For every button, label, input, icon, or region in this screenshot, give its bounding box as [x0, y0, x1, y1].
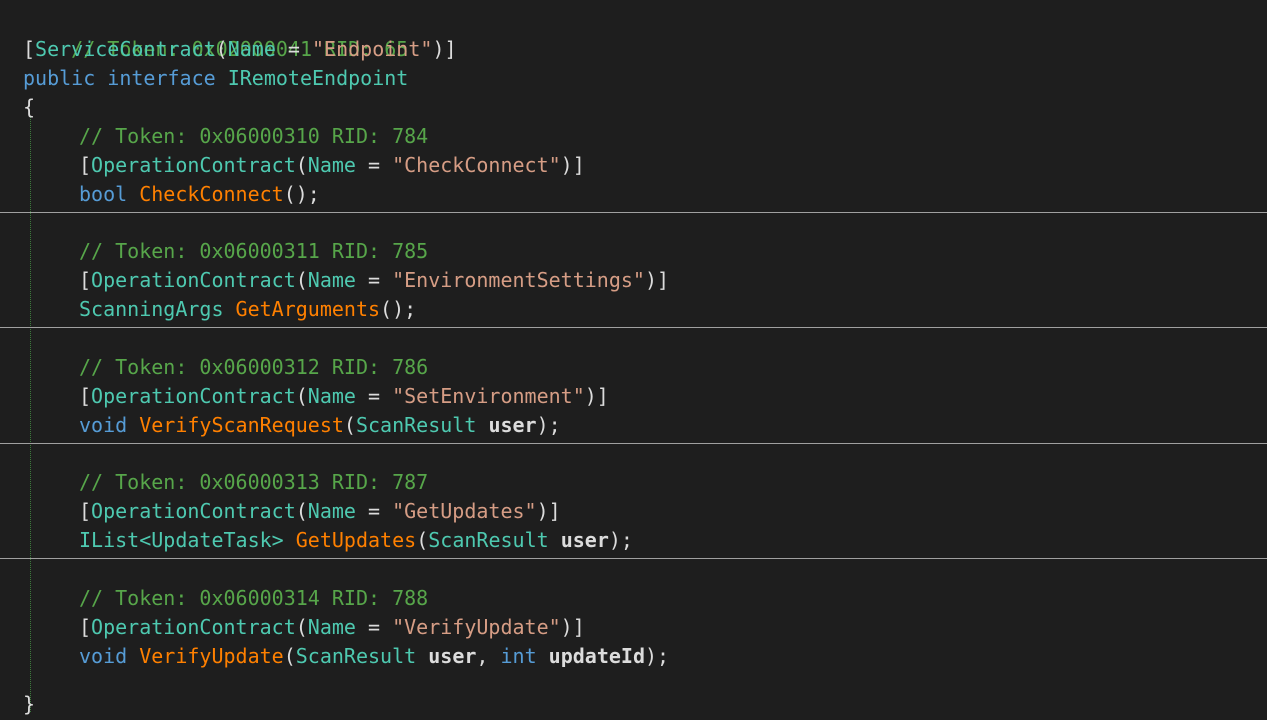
- attribute-param: Name: [307, 268, 356, 292]
- param-type: ScanResult: [355, 413, 477, 437]
- attribute-param: Name: [307, 384, 356, 408]
- code-line-operation-attribute: [OperationContract(Name = "VerifyUpdate"…: [79, 615, 585, 639]
- code-line-method-comment: // Token: 0x06000312 RID: 786: [0, 353, 428, 382]
- attribute-param: Name: [307, 499, 356, 523]
- param-type: ScanResult: [428, 528, 549, 552]
- param-name: user: [560, 528, 609, 552]
- code-line-method-signature: ScanningArgs GetArguments();: [0, 295, 416, 324]
- attribute-param: Name: [227, 37, 276, 61]
- attribute-name: OperationContract: [91, 499, 296, 523]
- code-line-operation-attribute: [OperationContract(Name = "GetUpdates")]: [79, 499, 561, 523]
- code-line-operation-attribute: [OperationContract(Name = "CheckConnect"…: [79, 153, 585, 177]
- open-brace: {: [23, 95, 36, 119]
- keywords: public interface: [23, 66, 216, 90]
- return-type: void: [79, 413, 128, 437]
- close-brace: }: [23, 692, 36, 716]
- string-literal: "SetEnvironment": [392, 384, 585, 408]
- param2-name: updateId: [548, 644, 645, 668]
- method-separator: [0, 327, 1267, 328]
- method-name: CheckConnect: [139, 182, 284, 206]
- code-line-operation-attribute: [OperationContract(Name = "SetEnvironmen…: [79, 384, 609, 408]
- param-name: user: [428, 644, 477, 668]
- code-line-method-signature: IList<UpdateTask> GetUpdates(ScanResult …: [79, 528, 633, 552]
- code-line-method-signature: void VerifyUpdate(ScanResult user, int u…: [79, 644, 670, 668]
- return-type: ScanningArgs: [79, 297, 224, 321]
- attribute-name: OperationContract: [91, 268, 296, 292]
- code-editor[interactable]: // Token: 0x02000041 RID: 65 [ServiceCon…: [0, 0, 1267, 720]
- attribute-name: OperationContract: [91, 384, 296, 408]
- code-line-interface-comment: // Token: 0x02000041 RID: 65: [0, 6, 408, 61]
- string-literal: "EnvironmentSettings": [392, 268, 645, 292]
- code-line-service-attribute: [ServiceContract(Name = "Endpoint")]: [0, 35, 457, 64]
- code-line-close-brace: }: [0, 690, 35, 719]
- param-name: user: [488, 413, 537, 437]
- method-separator: [0, 558, 1267, 559]
- param2-type: int: [500, 644, 537, 668]
- comment-text: // Token: 0x06000310 RID: 784: [79, 124, 429, 148]
- return-type-suffix: >: [271, 528, 284, 552]
- code-line-method-comment: // Token: 0x06000313 RID: 787: [0, 468, 428, 497]
- attribute-name: OperationContract: [91, 615, 296, 639]
- paren: (: [215, 37, 228, 61]
- attribute-name: ServiceContract: [35, 37, 216, 61]
- attribute-param: Name: [307, 615, 356, 639]
- attribute-name: OperationContract: [91, 153, 296, 177]
- method-name: GetArguments: [235, 297, 381, 321]
- attribute-param: Name: [307, 153, 356, 177]
- params-close: );: [536, 413, 561, 437]
- bracket: [: [23, 37, 36, 61]
- bracket-close: )]: [432, 37, 457, 61]
- comment-text: // Token: 0x06000314 RID: 788: [79, 586, 429, 610]
- string-literal: "Endpoint": [312, 37, 433, 61]
- return-type-prefix: IList<: [79, 528, 152, 552]
- comment-text: // Token: 0x06000313 RID: 787: [79, 470, 429, 494]
- code-line-method-comment: // Token: 0x06000310 RID: 784: [0, 122, 428, 151]
- comment-text: // Token: 0x06000311 RID: 785: [79, 239, 429, 263]
- params-close: );: [645, 644, 670, 668]
- method-params: ();: [283, 182, 320, 206]
- code-line-method-signature: void VerifyScanRequest(ScanResult user);: [79, 413, 561, 437]
- string-literal: "CheckConnect": [392, 153, 561, 177]
- string-literal: "VerifyUpdate": [392, 615, 561, 639]
- code-line-interface-declaration: public interface IRemoteEndpoint: [0, 64, 408, 93]
- params-close: );: [608, 528, 633, 552]
- method-separator: [0, 443, 1267, 444]
- code-line-open-brace: {: [0, 93, 35, 122]
- param-type: ScanResult: [295, 644, 417, 668]
- code-line-method-signature: bool CheckConnect();: [0, 180, 320, 209]
- code-line-method-comment: // Token: 0x06000314 RID: 788: [0, 584, 428, 613]
- string-literal: "GetUpdates": [392, 499, 537, 523]
- equals: =: [275, 37, 313, 61]
- code-line-operation-attribute: [OperationContract(Name = "EnvironmentSe…: [79, 268, 670, 292]
- comment-text: // Token: 0x06000312 RID: 786: [79, 355, 429, 379]
- interface-name: IRemoteEndpoint: [215, 66, 409, 90]
- method-params: ();: [380, 297, 417, 321]
- return-type: bool: [79, 182, 128, 206]
- method-separator: [0, 212, 1267, 213]
- return-type-generic: UpdateTask: [151, 528, 272, 552]
- method-name: VerifyScanRequest: [139, 413, 344, 437]
- method-name: GetUpdates: [295, 528, 417, 552]
- method-name: VerifyUpdate: [139, 644, 284, 668]
- code-line-method-comment: // Token: 0x06000311 RID: 785: [0, 237, 428, 266]
- return-type: void: [79, 644, 128, 668]
